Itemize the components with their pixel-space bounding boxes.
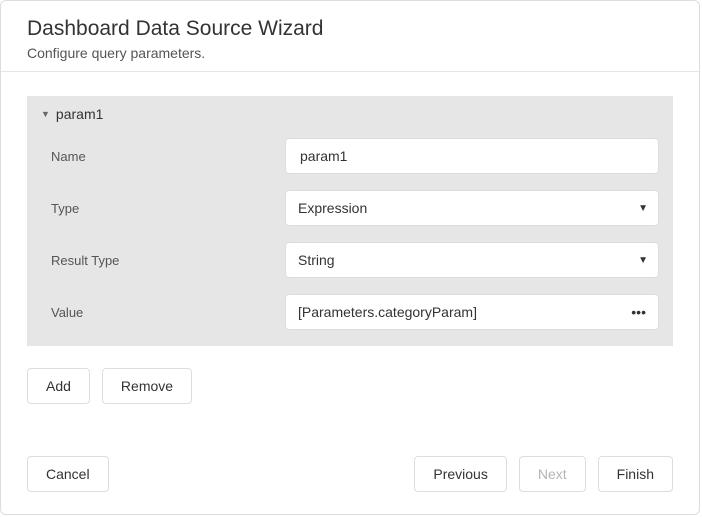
wizard-body: ▼ param1 Name Type Expression ▼ xyxy=(1,72,699,440)
name-input-field[interactable] xyxy=(298,147,646,165)
previous-button[interactable]: Previous xyxy=(414,456,506,492)
add-button[interactable]: Add xyxy=(27,368,90,404)
name-label: Name xyxy=(41,149,285,164)
parameter-panel: ▼ param1 Name Type Expression ▼ xyxy=(27,96,673,350)
value-label: Value xyxy=(41,305,285,320)
chevron-down-icon: ▼ xyxy=(638,203,648,214)
parameter-actions: Add Remove xyxy=(27,368,673,404)
name-input[interactable] xyxy=(285,138,659,174)
parameter-header-label: param1 xyxy=(56,106,103,122)
value-input[interactable]: [Parameters.categoryParam] ••• xyxy=(285,294,659,330)
parameter-header[interactable]: ▼ param1 xyxy=(27,96,673,130)
field-row-name: Name xyxy=(27,130,673,182)
type-label: Type xyxy=(41,201,285,216)
value-input-text: [Parameters.categoryParam] xyxy=(298,304,477,320)
remove-button[interactable]: Remove xyxy=(102,368,192,404)
type-select[interactable]: Expression ▼ xyxy=(285,190,659,226)
wizard-title: Dashboard Data Source Wizard xyxy=(27,17,673,41)
chevron-down-icon: ▼ xyxy=(638,255,648,266)
finish-button[interactable]: Finish xyxy=(598,456,673,492)
field-row-value: Value [Parameters.categoryParam] ••• xyxy=(27,286,673,346)
result-type-select[interactable]: String ▼ xyxy=(285,242,659,278)
footer-right: Previous Next Finish xyxy=(414,456,673,492)
ellipsis-icon[interactable]: ••• xyxy=(625,305,652,319)
field-row-result-type: Result Type String ▼ xyxy=(27,234,673,286)
wizard-header: Dashboard Data Source Wizard Configure q… xyxy=(1,1,699,72)
result-type-select-value: String xyxy=(298,252,335,268)
cancel-button[interactable]: Cancel xyxy=(27,456,109,492)
type-select-value: Expression xyxy=(298,200,367,216)
collapse-icon: ▼ xyxy=(41,110,50,119)
wizard-dialog: Dashboard Data Source Wizard Configure q… xyxy=(0,0,700,515)
wizard-footer: Cancel Previous Next Finish xyxy=(1,440,699,514)
field-row-type: Type Expression ▼ xyxy=(27,182,673,234)
result-type-label: Result Type xyxy=(41,253,285,268)
wizard-subtitle: Configure query parameters. xyxy=(27,45,673,61)
next-button: Next xyxy=(519,456,586,492)
